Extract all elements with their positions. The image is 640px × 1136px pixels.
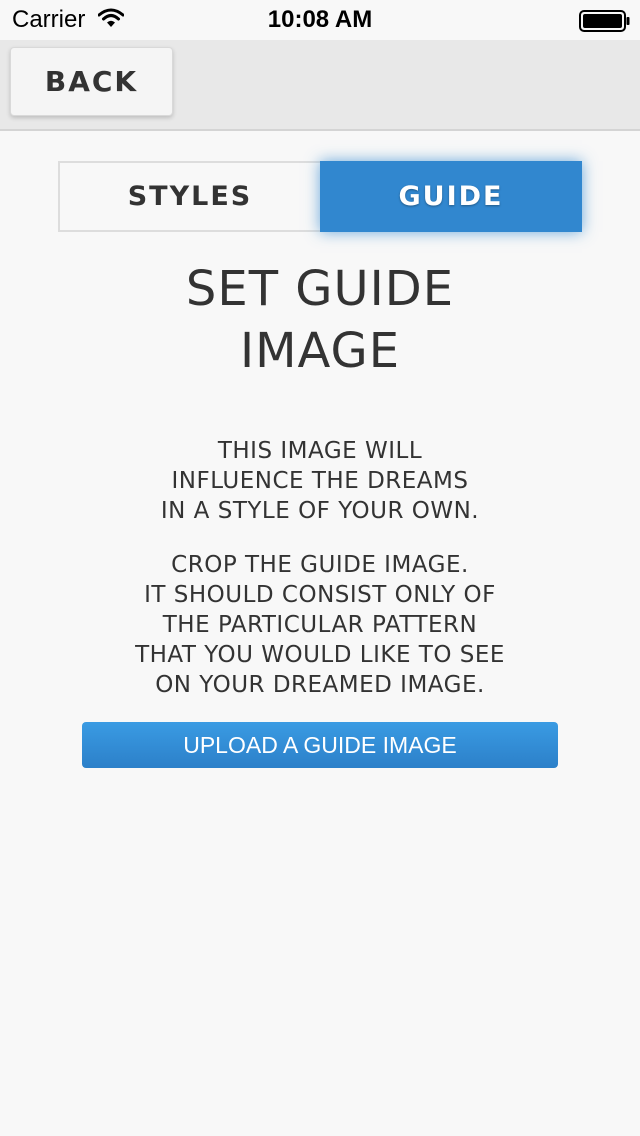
instructions-paragraph: CROP THE GUIDE IMAGE. IT SHOULD CONSIST … [60, 550, 580, 700]
description-line: THIS IMAGE WILL [217, 438, 423, 464]
tab-guide[interactable]: GUIDE [320, 161, 582, 232]
instructions-line: THAT YOU WOULD LIKE TO SEE [135, 642, 505, 668]
description-line: INFLUENCE THE DREAMS [171, 468, 469, 494]
status-time: 10:08 AM [267, 6, 373, 33]
tab-styles[interactable]: STYLES [58, 161, 320, 232]
back-button[interactable]: BACK [10, 47, 173, 116]
navigation-bar: BACK [0, 40, 640, 131]
status-bar: Carrier 10:08 AM [0, 0, 640, 40]
instructions-line: THE PARTICULAR PATTERN [162, 612, 478, 638]
page-title-line: SET GUIDE [185, 261, 455, 317]
page-title-line: IMAGE [239, 323, 401, 379]
instructions-line: ON YOUR DREAMED IMAGE. [155, 672, 485, 698]
page-title: SET GUIDE IMAGE [120, 258, 520, 382]
upload-guide-image-button[interactable]: UPLOAD A GUIDE IMAGE [82, 722, 558, 768]
instructions-line: CROP THE GUIDE IMAGE. [171, 552, 469, 578]
description-paragraph: THIS IMAGE WILL INFLUENCE THE DREAMS IN … [60, 436, 580, 526]
battery-icon [579, 10, 631, 32]
segmented-control: STYLES GUIDE [58, 161, 582, 232]
instructions-line: IT SHOULD CONSIST ONLY OF [144, 582, 496, 608]
description-line: IN A STYLE OF YOUR OWN. [160, 498, 480, 524]
